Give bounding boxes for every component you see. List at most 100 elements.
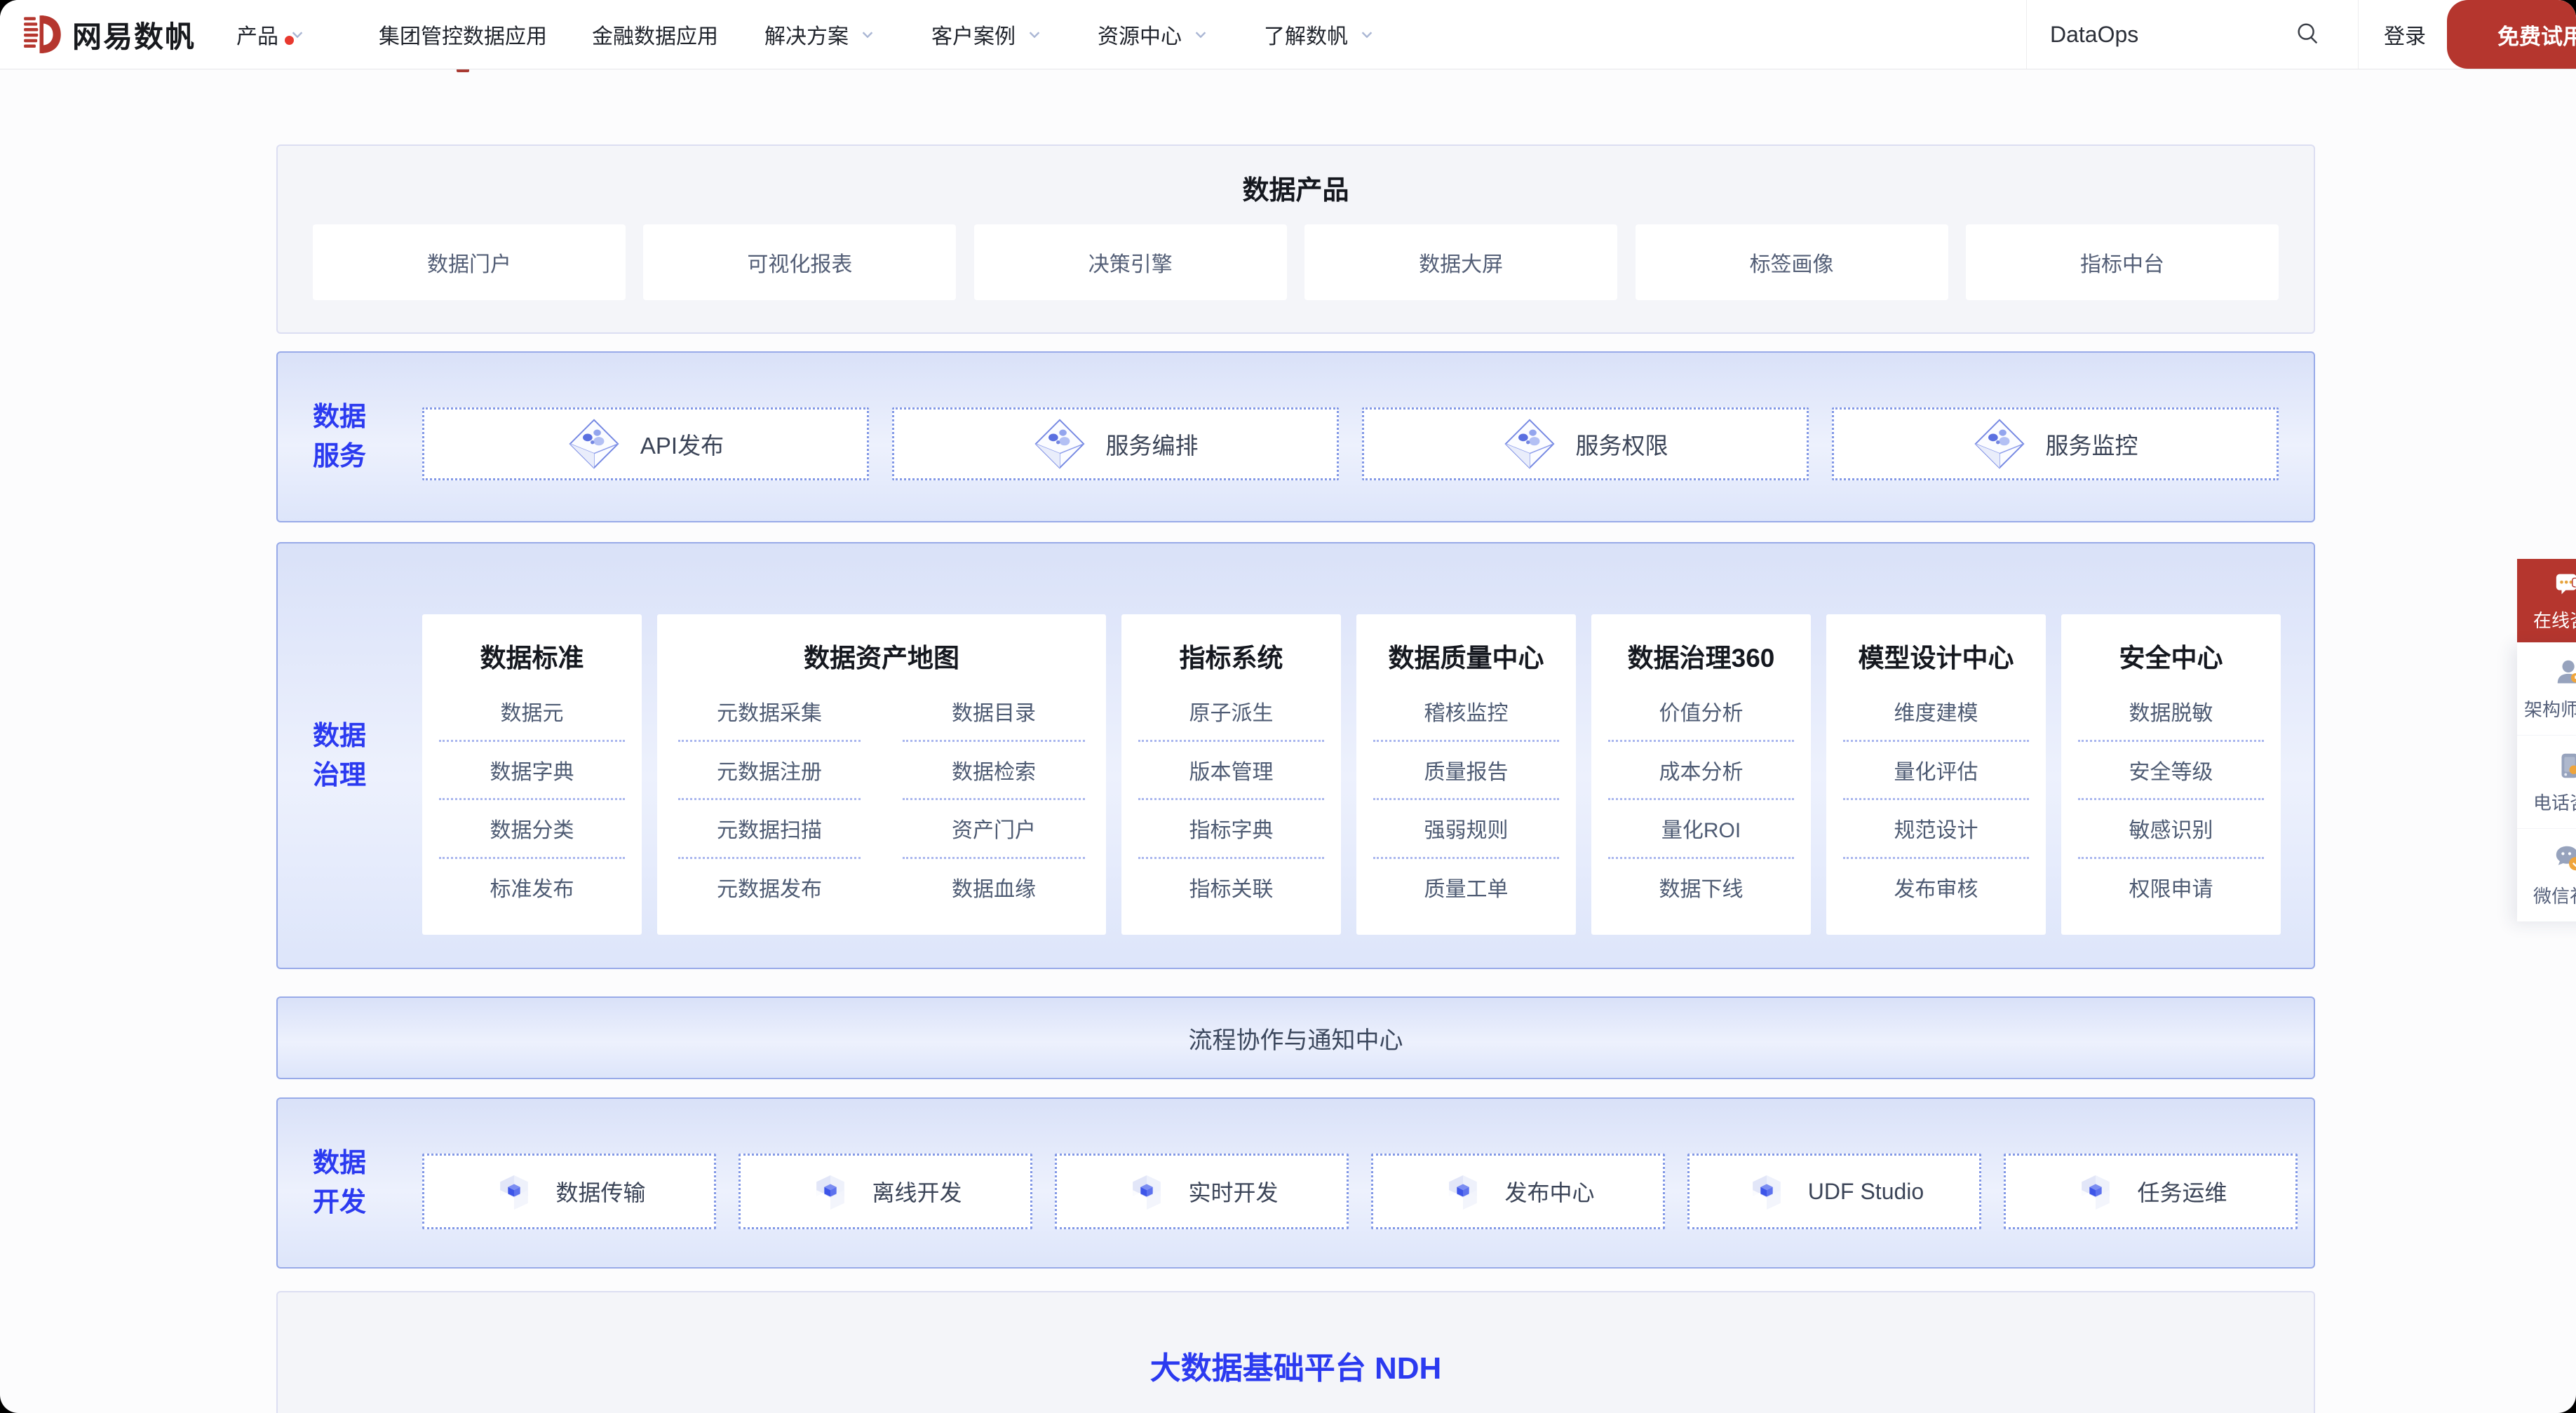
gov-item[interactable]: 敏感识别 xyxy=(2078,800,2264,859)
dev-box-icon xyxy=(1745,1170,1788,1213)
gov-col-title: 安全中心 xyxy=(2061,634,2281,683)
dev-card-realtime-dev[interactable]: 实时开发 xyxy=(1055,1154,1349,1229)
side-label-line: 治理 xyxy=(313,756,366,795)
service-card-orchestration[interactable]: 服务编排 xyxy=(892,407,1339,480)
search-input[interactable]: DataOps xyxy=(2050,0,2138,69)
wechat-button[interactable]: 微信礼包 xyxy=(2517,829,2576,921)
gov-item[interactable]: 元数据注册 xyxy=(678,742,861,801)
nav-item-label: 金融数据应用 xyxy=(592,19,718,50)
ndh-platform-title[interactable]: 大数据基础平台 NDH xyxy=(278,1343,2314,1388)
section-data-governance: 数据 治理 数据标准 数据元 数据字典 数据分类 标准发布 数据资产地图 元数据… xyxy=(276,542,2315,969)
nav-item-solutions[interactable]: 解决方案 xyxy=(764,0,875,69)
product-card-data-portal[interactable]: 数据门户 xyxy=(313,224,626,300)
gov-item[interactable]: 质量工单 xyxy=(1373,859,1559,916)
nav-item-label: 集团管控数据应用 xyxy=(379,19,547,50)
section-ndh-platform: 大数据基础平台 NDH xyxy=(276,1291,2315,1413)
dev-card-offline-dev[interactable]: 离线开发 xyxy=(739,1154,1032,1229)
governance-columns: 数据标准 数据元 数据字典 数据分类 标准发布 数据资产地图 元数据采集 数据目… xyxy=(422,614,2281,935)
gov-item[interactable]: 量化ROI xyxy=(1608,800,1794,859)
nav-item-about[interactable]: 了解数帆 xyxy=(1264,0,1375,69)
section-side-label: 数据 开发 xyxy=(313,1144,366,1222)
gov-item[interactable]: 强弱规则 xyxy=(1373,800,1559,859)
gov-item[interactable]: 数据下线 xyxy=(1608,859,1794,916)
service-card-label: 服务权限 xyxy=(1576,427,1668,461)
gov-item[interactable]: 成本分析 xyxy=(1608,742,1794,801)
product-card-bi-report[interactable]: 可视化报表 xyxy=(643,224,956,300)
logo[interactable]: 网易数帆 xyxy=(23,0,196,69)
product-card-decision-engine[interactable]: 决策引擎 xyxy=(974,224,1287,300)
gov-item[interactable]: 数据目录 xyxy=(903,683,1085,742)
netease-shufan-logo-icon xyxy=(23,15,62,54)
gov-col-title: 数据资产地图 xyxy=(657,634,1106,683)
gov-item[interactable]: 元数据采集 xyxy=(678,683,861,742)
gov-item[interactable]: 稽核监控 xyxy=(1373,683,1559,742)
logo-text: 网易数帆 xyxy=(72,13,196,56)
chevron-down-icon xyxy=(1359,27,1375,42)
gov-item[interactable]: 指标字典 xyxy=(1138,800,1324,859)
online-consult-button[interactable]: 在线咨询 xyxy=(2517,559,2576,642)
gov-item[interactable]: 数据分类 xyxy=(439,800,625,859)
dev-card-label: 实时开发 xyxy=(1188,1175,1278,1208)
gov-col-data-standard: 数据标准 数据元 数据字典 数据分类 标准发布 xyxy=(422,614,642,935)
gov-item[interactable]: 指标关联 xyxy=(1138,859,1324,916)
gov-item[interactable]: 数据元 xyxy=(439,683,625,742)
chevron-down-icon xyxy=(1027,27,1042,42)
nav-item-group-data-apps[interactable]: 集团管控数据应用 xyxy=(379,0,547,69)
service-card-monitoring[interactable]: 服务监控 xyxy=(1832,407,2279,480)
nav-item-customer-cases[interactable]: 客户案例 xyxy=(931,0,1042,69)
section-data-product: 数据产品 数据门户 可视化报表 决策引擎 数据大屏 标签画像 指标中台 xyxy=(276,144,2315,334)
gov-item[interactable]: 维度建模 xyxy=(1843,683,2029,742)
phone-consult-button[interactable]: 电话咨询 xyxy=(2517,736,2576,829)
login-button[interactable]: 登录 xyxy=(2375,0,2435,69)
gov-item[interactable]: 权限申请 xyxy=(2078,859,2264,916)
nav-item-resource-center[interactable]: 资源中心 xyxy=(1098,0,1208,69)
dev-card-data-transfer[interactable]: 数据传输 xyxy=(422,1154,716,1229)
gov-item[interactable]: 量化评估 xyxy=(1843,742,2029,801)
gov-col-metric-system: 指标系统 原子派生 版本管理 指标字典 指标关联 xyxy=(1121,614,1341,935)
gov-item[interactable]: 元数据扫描 xyxy=(678,800,861,859)
search-icon[interactable] xyxy=(2295,21,2321,48)
side-label-line: 数据 xyxy=(313,717,366,756)
gov-item[interactable]: 数据脱敏 xyxy=(2078,683,2264,742)
gov-item[interactable]: 资产门户 xyxy=(903,800,1085,859)
service-card-api-publish[interactable]: API发布 xyxy=(422,407,869,480)
product-card-metric-platform[interactable]: 指标中台 xyxy=(1966,224,2279,300)
gov-item[interactable]: 元数据发布 xyxy=(678,859,861,916)
product-card-data-screen[interactable]: 数据大屏 xyxy=(1304,224,1617,300)
nav-divider xyxy=(2358,0,2359,69)
gov-item[interactable]: 规范设计 xyxy=(1843,800,2029,859)
page: 网易数帆 产品 集团管控数据应用 金融数据应用 解决方案 客户案例 xyxy=(0,0,2576,1413)
gov-col-governance-360: 数据治理360 价值分析 成本分析 量化ROI 数据下线 xyxy=(1591,614,1811,935)
gov-item[interactable]: 数据血缘 xyxy=(903,859,1085,916)
chevron-down-icon xyxy=(1193,27,1208,42)
dev-card-task-ops[interactable]: 任务运维 xyxy=(2004,1154,2298,1229)
gov-item[interactable]: 发布审核 xyxy=(1843,859,2029,916)
service-card-label: 服务监控 xyxy=(2046,427,2138,461)
dev-card-udf-studio[interactable]: UDF Studio xyxy=(1687,1154,1981,1229)
gov-item[interactable]: 标准发布 xyxy=(439,859,625,916)
nav-item-label: 产品 xyxy=(236,19,278,50)
service-card-label: API发布 xyxy=(640,427,724,461)
free-trial-button[interactable]: 免费试用 xyxy=(2447,0,2576,69)
gov-col-title: 指标系统 xyxy=(1121,634,1341,683)
gov-item[interactable]: 数据检索 xyxy=(903,742,1085,801)
service-card-permissions[interactable]: 服务权限 xyxy=(1362,407,1809,480)
dev-box-icon xyxy=(492,1170,536,1213)
product-card-row: 数据门户 可视化报表 决策引擎 数据大屏 标签画像 指标中台 xyxy=(313,224,2279,300)
gov-item[interactable]: 安全等级 xyxy=(2078,742,2264,801)
gov-item[interactable]: 质量报告 xyxy=(1373,742,1559,801)
nav-item-products[interactable]: 产品 xyxy=(236,0,305,69)
gov-item[interactable]: 原子派生 xyxy=(1138,683,1324,742)
architect-consult-button[interactable]: 架构师咨询 xyxy=(2517,642,2576,736)
gov-item[interactable]: 价值分析 xyxy=(1608,683,1794,742)
dev-card-label: UDF Studio xyxy=(1808,1179,1924,1205)
nav-item-finance-data-apps[interactable]: 金融数据应用 xyxy=(592,0,718,69)
gov-item[interactable]: 版本管理 xyxy=(1138,742,1324,801)
gov-item[interactable]: 数据字典 xyxy=(439,742,625,801)
dev-card-label: 发布中心 xyxy=(1504,1175,1594,1208)
section-workflow-bar: 流程协作与通知中心 xyxy=(276,996,2315,1079)
person-icon xyxy=(2554,656,2576,689)
product-card-tag-profile[interactable]: 标签画像 xyxy=(1636,224,1948,300)
chevron-down-icon xyxy=(860,27,875,42)
dev-card-release-center[interactable]: 发布中心 xyxy=(1371,1154,1665,1229)
